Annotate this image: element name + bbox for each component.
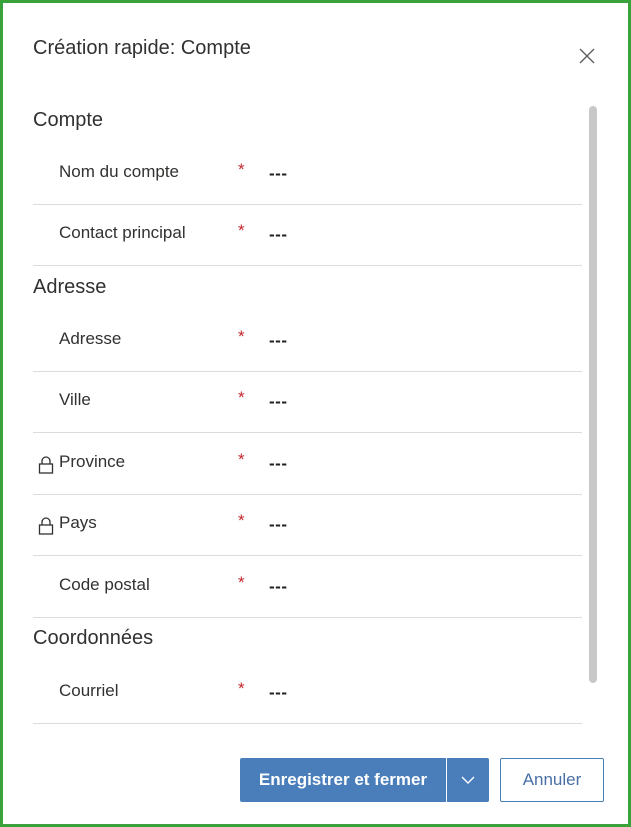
save-and-close-button[interactable]: Enregistrer et fermer [240, 758, 446, 802]
field-label: Ville [59, 390, 91, 409]
field-label: Pays [59, 513, 97, 532]
section-title-compte: Compte [33, 109, 104, 131]
field-value[interactable]: --- [269, 331, 287, 351]
field-row-pays[interactable]: Pays * --- [33, 495, 582, 556]
field-label: Adresse [59, 329, 122, 348]
quick-create-dialog: Création rapide: Compte Compte Nom du co… [0, 0, 631, 827]
field-row-adresse[interactable]: Adresse * --- [33, 311, 582, 372]
field-row-code-postal[interactable]: Code postal * --- [33, 557, 582, 618]
field-label: Code postal [59, 575, 150, 594]
field-value[interactable]: --- [269, 392, 287, 412]
cancel-button[interactable]: Annuler [500, 758, 604, 802]
lock-icon [38, 456, 54, 474]
form-content: Compte Nom du compte * --- Contact princ… [33, 99, 583, 724]
save-options-dropdown-button[interactable] [447, 758, 489, 802]
section-title-adresse: Adresse [33, 276, 107, 298]
dialog-title: Création rapide: Compte [33, 37, 251, 59]
field-label: Nom du compte [59, 162, 179, 181]
field-value[interactable]: --- [269, 515, 287, 535]
required-indicator: * [238, 573, 245, 592]
required-indicator: * [238, 679, 245, 698]
field-row-ville[interactable]: Ville * --- [33, 372, 582, 433]
field-row-nom-du-compte[interactable]: Nom du compte * --- [33, 144, 582, 205]
scrollbar[interactable] [589, 106, 597, 683]
required-indicator: * [238, 388, 245, 407]
required-indicator: * [238, 221, 245, 240]
section-title-coordonnees: Coordonnées [33, 627, 154, 649]
close-button[interactable] [573, 42, 601, 70]
field-value[interactable]: --- [269, 683, 287, 703]
field-label: Courriel [59, 681, 119, 700]
chevron-down-icon [461, 776, 475, 784]
field-value[interactable]: --- [269, 454, 287, 474]
field-row-contact-principal[interactable]: Contact principal * --- [33, 205, 582, 266]
field-row-province[interactable]: Province * --- [33, 434, 582, 495]
field-row-courriel[interactable]: Courriel * --- [33, 663, 582, 724]
field-value[interactable]: --- [269, 225, 287, 245]
lock-icon [38, 517, 54, 535]
field-value[interactable]: --- [269, 164, 287, 184]
required-indicator: * [238, 450, 245, 469]
close-icon [579, 48, 595, 64]
field-value[interactable]: --- [269, 577, 287, 597]
field-label: Province [59, 452, 126, 471]
required-indicator: * [238, 160, 245, 179]
field-label: Contact principal [59, 223, 186, 242]
required-indicator: * [238, 327, 245, 346]
required-indicator: * [238, 511, 245, 530]
